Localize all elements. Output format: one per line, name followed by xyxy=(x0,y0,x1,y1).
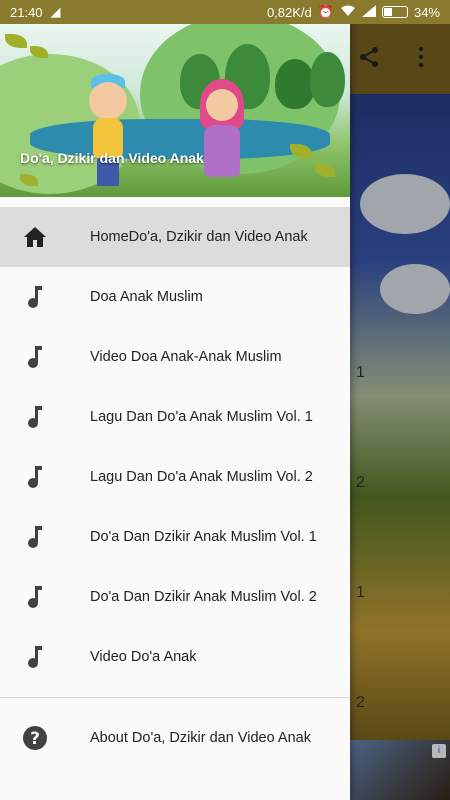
notification-icon: ◢ xyxy=(50,4,61,19)
drawer-menu: HomeDo'a, Dzikir dan Video Anak Doa Anak… xyxy=(0,207,350,768)
menu-item-label: Do'a Dan Dzikir Anak Muslim Vol. 2 xyxy=(90,589,317,605)
menu-item-label: Doa Anak Muslim xyxy=(90,289,203,305)
menu-item-label: About Do'a, Dzikir dan Video Anak xyxy=(90,730,311,746)
menu-item-doa-anak-muslim[interactable]: Doa Anak Muslim xyxy=(0,267,350,327)
menu-item-dzikir-vol-2[interactable]: Do'a Dan Dzikir Anak Muslim Vol. 2 xyxy=(0,567,350,627)
menu-item-video-doa-anak[interactable]: Video Do'a Anak xyxy=(0,627,350,687)
network-speed: 0,82K/d xyxy=(266,4,312,20)
menu-item-label: Video Doa Anak-Anak Muslim xyxy=(90,349,282,365)
drawer-header-title: Do'a, Dzikir dan Video Anak xyxy=(20,150,204,166)
music-note-icon xyxy=(22,285,48,309)
music-note-icon xyxy=(22,645,48,669)
music-note-icon xyxy=(22,525,48,549)
menu-divider xyxy=(0,697,350,698)
menu-item-video-doa[interactable]: Video Doa Anak-Anak Muslim xyxy=(0,327,350,387)
status-bar: 21:40 ◢ 0,82K/d ⏰ 34% xyxy=(0,0,450,24)
signal-icon xyxy=(361,4,376,20)
menu-item-dzikir-vol-1[interactable]: Do'a Dan Dzikir Anak Muslim Vol. 1 xyxy=(0,507,350,567)
drawer-header: Do'a, Dzikir dan Video Anak xyxy=(0,24,350,197)
music-note-icon xyxy=(22,585,48,609)
menu-item-label: Video Do'a Anak xyxy=(90,649,197,665)
home-icon xyxy=(22,225,48,249)
music-note-icon xyxy=(22,405,48,429)
battery-icon xyxy=(381,6,408,18)
navigation-drawer: Do'a, Dzikir dan Video Anak HomeDo'a, Dz… xyxy=(0,0,350,800)
clock: 21:40 xyxy=(10,4,43,20)
menu-item-home[interactable]: HomeDo'a, Dzikir dan Video Anak xyxy=(0,207,350,267)
menu-item-lagu-vol-1[interactable]: Lagu Dan Do'a Anak Muslim Vol. 1 xyxy=(0,387,350,447)
alarm-icon: ⏰ xyxy=(317,4,334,19)
music-note-icon xyxy=(22,465,48,489)
menu-item-about[interactable]: ? About Do'a, Dzikir dan Video Anak xyxy=(0,708,350,768)
music-note-icon xyxy=(22,345,48,369)
menu-item-lagu-vol-2[interactable]: Lagu Dan Do'a Anak Muslim Vol. 2 xyxy=(0,447,350,507)
svg-text:?: ? xyxy=(30,729,40,749)
menu-item-label: Do'a Dan Dzikir Anak Muslim Vol. 1 xyxy=(90,529,317,545)
wifi-icon xyxy=(340,5,356,20)
battery-percent: 34% xyxy=(413,4,440,20)
help-icon: ? xyxy=(22,726,48,750)
menu-item-label: HomeDo'a, Dzikir dan Video Anak xyxy=(90,229,308,245)
menu-item-label: Lagu Dan Do'a Anak Muslim Vol. 1 xyxy=(90,409,313,425)
menu-item-label: Lagu Dan Do'a Anak Muslim Vol. 2 xyxy=(90,469,313,485)
